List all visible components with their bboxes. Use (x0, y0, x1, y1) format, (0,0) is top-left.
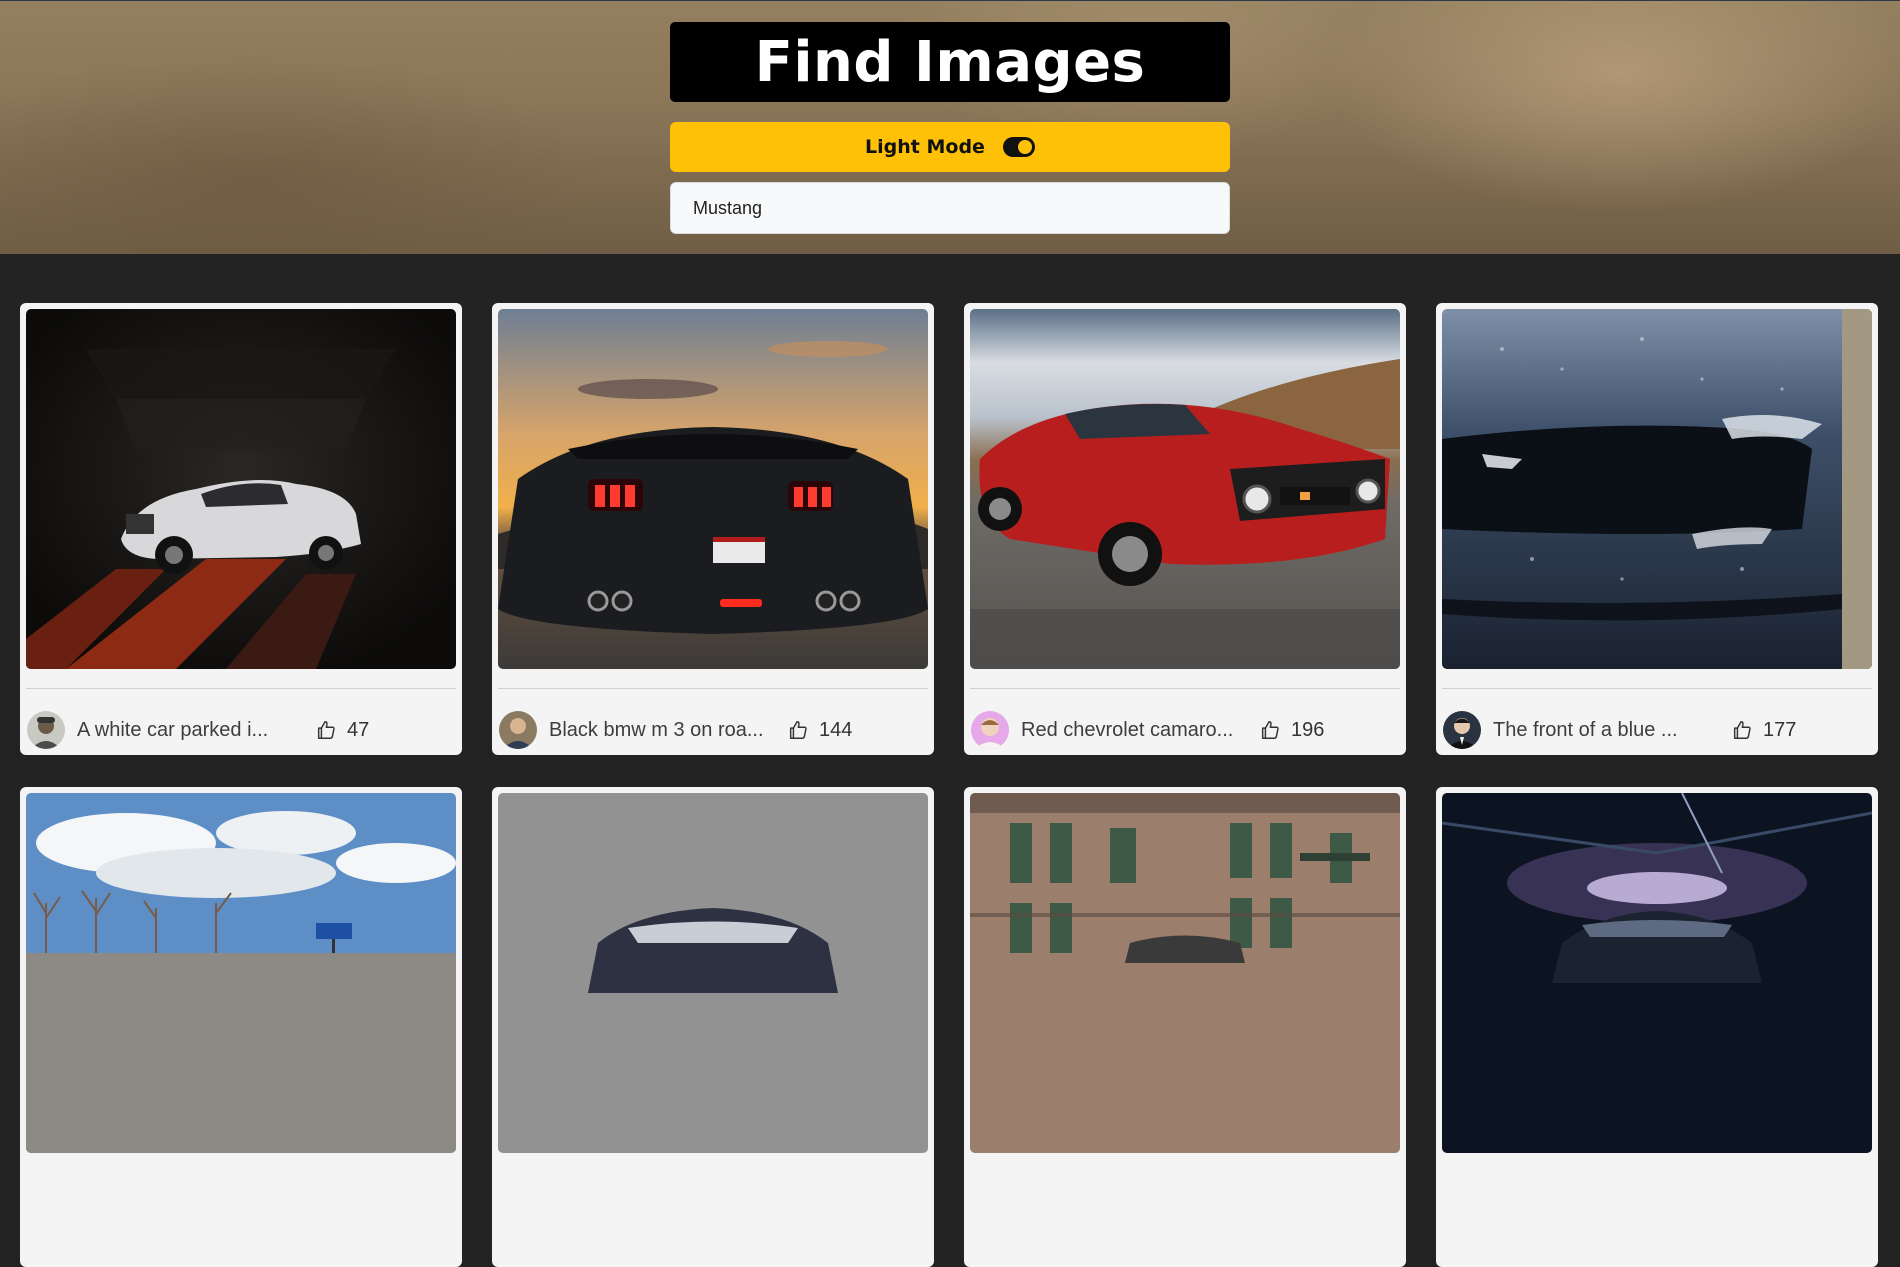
card-image-car-sky-trees[interactable] (26, 793, 456, 1153)
image-card[interactable]: A white car parked i... 47 (20, 303, 462, 755)
card-footer: The front of a blue ... 177 (1442, 709, 1872, 751)
like-button[interactable]: 196 (1259, 719, 1324, 742)
toggle-knob (1017, 140, 1032, 154)
user-avatar[interactable] (499, 711, 537, 749)
like-button[interactable]: 144 (787, 719, 852, 742)
image-caption: A white car parked i... (77, 718, 269, 741)
image-caption: Black bmw m 3 on roa... (549, 718, 764, 741)
card-image-red-classic-car[interactable] (970, 309, 1400, 669)
user-avatar[interactable] (27, 711, 65, 749)
image-caption: The front of a blue ... (1493, 718, 1678, 741)
thumbs-up-icon (789, 721, 807, 739)
image-grid: A white car parked i... 47 Black bmw m 3… (20, 303, 1880, 1267)
card-image-old-building[interactable] (970, 793, 1400, 1153)
card-divider (26, 688, 456, 689)
thumbs-up-icon (317, 721, 335, 739)
image-card[interactable]: The front of a blue ... 177 (1436, 303, 1878, 755)
thumbs-up-icon (1733, 721, 1751, 739)
card-footer: Black bmw m 3 on roa... 144 (498, 709, 928, 751)
card-divider (970, 688, 1400, 689)
like-button[interactable]: 177 (1731, 719, 1796, 742)
like-count: 196 (1291, 718, 1325, 741)
card-image-car-dark-garage[interactable] (1442, 793, 1872, 1153)
card-image-white-mustang[interactable] (26, 309, 456, 669)
image-card[interactable] (20, 787, 462, 1267)
theme-toggle-button[interactable]: Light Mode (670, 122, 1230, 172)
card-divider (1442, 688, 1872, 689)
image-card[interactable] (964, 787, 1406, 1267)
like-button[interactable]: 47 (315, 719, 369, 742)
image-card[interactable] (1436, 787, 1878, 1267)
card-image-dark-car-grey-wall[interactable] (498, 793, 928, 1153)
header-banner: Find Images Light Mode (0, 0, 1900, 254)
like-count: 177 (1763, 718, 1797, 741)
theme-toggle-label: Light Mode (865, 136, 985, 158)
search-input[interactable] (670, 182, 1230, 234)
like-count: 47 (347, 718, 370, 741)
card-footer: A white car parked i... 47 (26, 709, 456, 751)
user-avatar[interactable] (1443, 711, 1481, 749)
card-image-black-car-sunset[interactable] (498, 309, 928, 669)
thumbs-up-icon (1261, 721, 1279, 739)
image-card[interactable] (492, 787, 934, 1267)
image-caption: Red chevrolet camaro... (1021, 718, 1234, 741)
image-card[interactable]: Black bmw m 3 on roa... 144 (492, 303, 934, 755)
card-image-blue-mustang-front[interactable] (1442, 309, 1872, 669)
image-card[interactable]: Red chevrolet camaro... 196 (964, 303, 1406, 755)
user-avatar[interactable] (971, 711, 1009, 749)
like-count: 144 (819, 718, 853, 741)
page-title: Find Images (670, 22, 1230, 102)
card-footer: Red chevrolet camaro... 196 (970, 709, 1400, 751)
toggle-switch-icon[interactable] (1002, 137, 1035, 157)
card-divider (498, 688, 928, 689)
